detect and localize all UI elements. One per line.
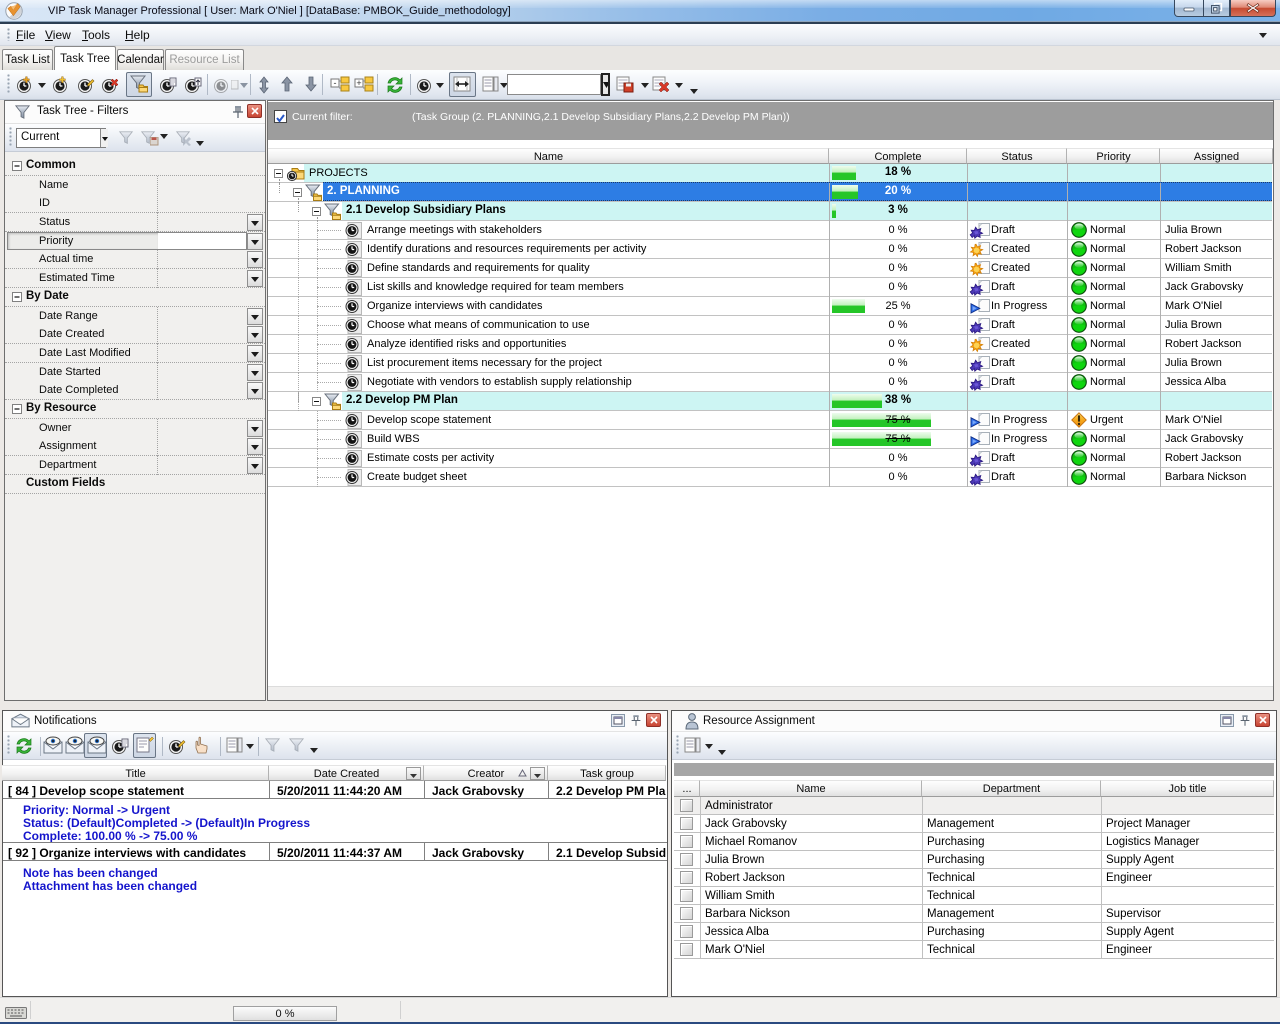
svg-text:-: - (334, 78, 337, 88)
svg-text:+: + (356, 78, 361, 88)
